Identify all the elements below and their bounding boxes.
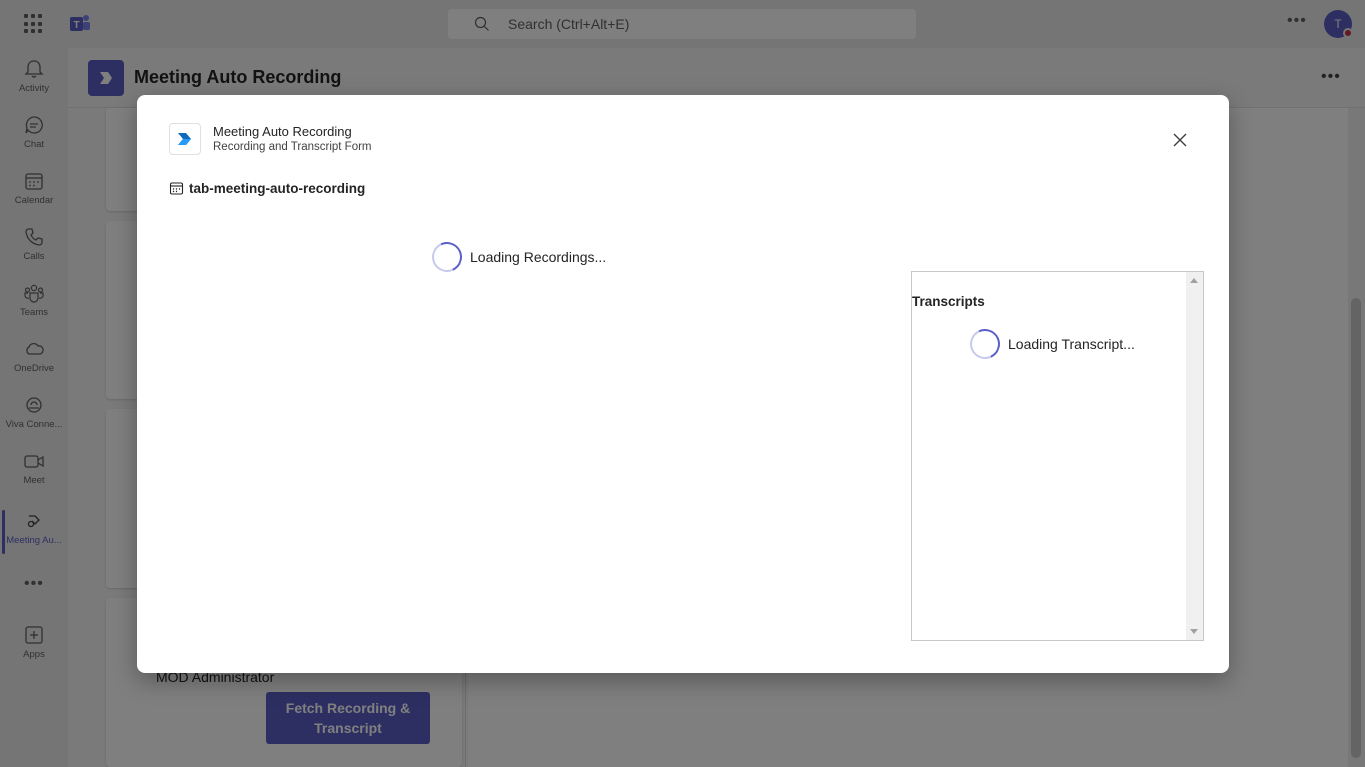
loading-label: Loading Recordings... <box>470 249 607 265</box>
scroll-up-icon[interactable] <box>1190 278 1198 283</box>
dialog-subtitle: Recording and Transcript Form <box>213 141 372 153</box>
transcripts-panel: Transcripts Loading Transcript... <box>911 271 1204 641</box>
loading-label: Loading Transcript... <box>1008 336 1135 352</box>
transcripts-scrollbar[interactable] <box>1186 272 1203 640</box>
spinner-icon <box>965 324 1005 364</box>
dialog-title: Meeting Auto Recording <box>213 124 352 139</box>
spinner-icon <box>427 237 467 277</box>
transcripts-title: Transcripts <box>912 294 985 309</box>
app-logo-icon <box>169 123 201 155</box>
recording-dialog: Meeting Auto Recording Recording and Tra… <box>137 95 1229 673</box>
scroll-down-icon[interactable] <box>1190 629 1198 634</box>
calendar-icon <box>169 182 184 195</box>
heading-label: tab-meeting-auto-recording <box>189 181 366 196</box>
transcript-loader: Loading Transcript... <box>965 324 1135 364</box>
close-icon[interactable] <box>1168 128 1192 152</box>
meeting-heading: tab-meeting-auto-recording <box>169 181 365 196</box>
recordings-loader: Loading Recordings... <box>427 237 607 277</box>
